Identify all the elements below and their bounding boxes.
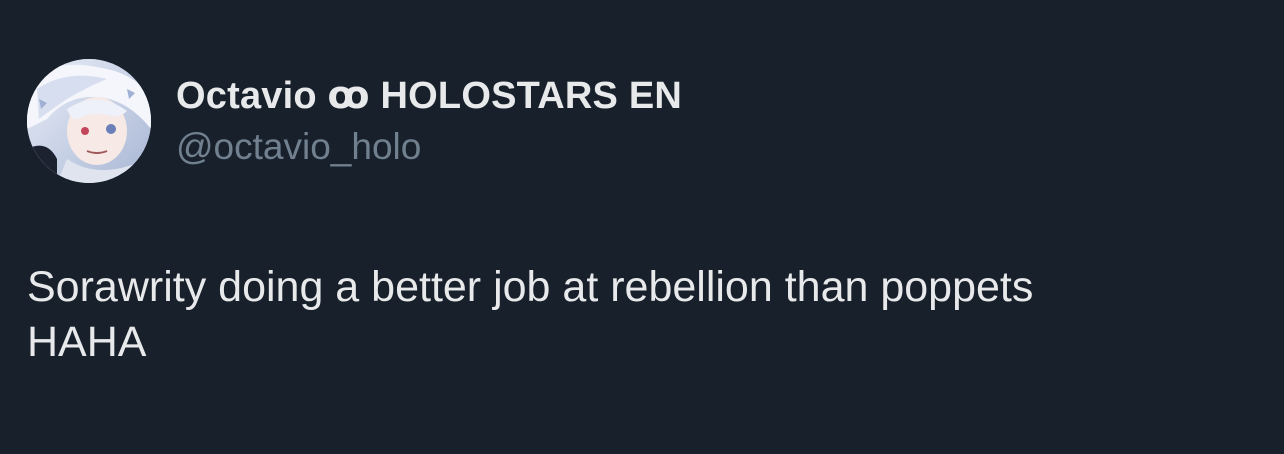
author-handle[interactable]: @octavio_holo xyxy=(176,125,421,169)
tweet-card: Octavio ꝏ HOLOSTARS EN @octavio_holo Sor… xyxy=(0,0,1284,454)
tweet-text-line: HAHA xyxy=(27,318,147,366)
tweet-text: Sorawrity doing a better job at rebellio… xyxy=(27,260,1227,370)
avatar-image-icon xyxy=(27,59,151,183)
tweet-text-line: Sorawrity doing a better job at rebellio… xyxy=(27,263,1034,311)
avatar[interactable] xyxy=(27,59,151,183)
author-display-name[interactable]: Octavio ꝏ HOLOSTARS EN xyxy=(176,74,682,118)
